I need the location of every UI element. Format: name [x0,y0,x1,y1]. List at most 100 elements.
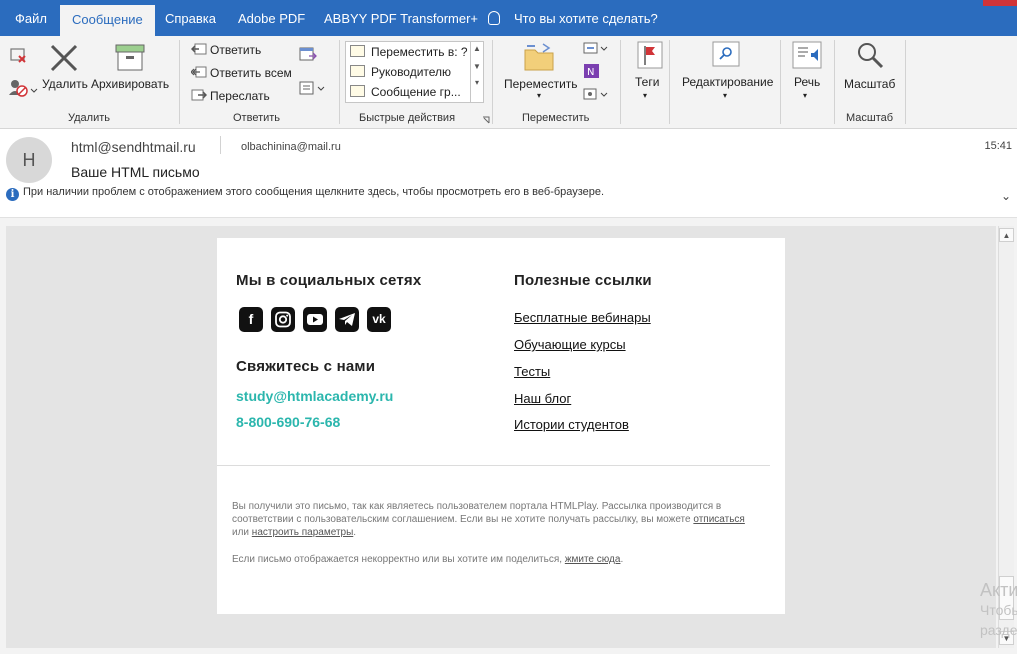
move-button[interactable]: Переместить [504,77,578,91]
group-separator [339,40,340,124]
link-student-stories[interactable]: Истории студентов [514,417,629,432]
speech-button[interactable]: Речь [794,75,820,89]
recipient-address[interactable]: olbachinina@mail.ru [241,141,341,153]
tab-file[interactable]: Файл [15,0,47,36]
contact-email-link[interactable]: study@htmlacademy.ru [236,388,393,404]
email-footer-card: Мы в социальных сетях f vk Свяжитесь с н… [217,238,785,614]
zoom-magnifier-icon[interactable] [855,40,885,70]
footer-notice: Вы получили это письмо, так как являетес… [232,501,745,538]
archive-icon[interactable] [115,44,145,72]
forward-button[interactable]: Переслать [210,89,270,103]
delete-x-icon[interactable] [48,42,80,74]
tell-me-search[interactable]: Что вы хотите сделать? [488,0,658,36]
group-separator [179,40,180,124]
quick-step-group-message[interactable]: Сообщение гр... [350,83,461,101]
footer-share-text: Если письмо отображается некорректно или… [232,554,563,565]
group-separator [905,40,906,124]
gallery-scroll[interactable]: ▲ ▼ ▾ [470,42,483,102]
tab-message[interactable]: Сообщение [60,5,155,36]
footer-divider [217,465,770,466]
quick-step-move[interactable]: Переместить в: ? [350,43,468,61]
onenote-icon[interactable]: N [583,63,601,79]
click-here-link[interactable]: жмите сюда [565,554,621,565]
reply-all-button[interactable]: Ответить всем [210,66,292,80]
forward-icon [191,89,207,101]
meeting-icon[interactable] [299,46,317,62]
scroll-up-icon[interactable]: ▲ [999,228,1014,242]
rules-icon[interactable] [583,40,609,56]
tags-dropdown-icon[interactable]: ▾ [643,91,647,100]
envelope-icon [350,85,365,97]
instagram-icon[interactable] [271,307,295,332]
footer-share: Если письмо отображается некорректно или… [232,554,624,565]
zoom-button[interactable]: Масштаб [844,77,895,91]
unsubscribe-link[interactable]: отписаться [693,514,744,525]
quick-step-manager[interactable]: Руководителю [350,63,451,81]
svg-text:N: N [587,67,594,78]
envelope-icon [350,65,365,77]
editing-button[interactable]: Редактирование [682,75,773,89]
ribbon-tabs: Файл Сообщение Справка Adobe PDF ABBYY P… [0,0,1017,36]
tab-adobe-pdf[interactable]: Adobe PDF [238,0,305,36]
tags-button[interactable]: Теги [635,75,659,89]
activation-watermark: Акти Чтобы разде [980,580,1017,640]
dialog-launcher-icon[interactable] [482,116,490,124]
ignore-icon[interactable] [8,44,30,66]
links-title: Полезные ссылки [514,272,652,289]
find-search-icon[interactable] [712,41,740,67]
link-tests[interactable]: Тесты [514,364,550,379]
move-folder-icon[interactable] [523,42,555,72]
header-divider [220,136,221,154]
quick-step-label: Переместить в: ? [371,45,468,59]
zoom-group-label: Масштаб [846,112,894,124]
delete-group-label: Удалить [68,112,110,124]
avatar[interactable]: H [6,137,52,183]
junk-icon[interactable] [8,78,38,98]
contact-title: Свяжитесь с нами [236,358,376,375]
actions-icon[interactable] [583,86,609,102]
settings-link[interactable]: настроить параметры [252,527,353,538]
tab-help[interactable]: Справка [165,0,216,36]
link-courses[interactable]: Обучающие курсы [514,337,626,352]
group-separator [834,40,835,124]
read-aloud-icon[interactable] [792,41,822,69]
message-header: H html@sendhtmail.ru olbachinina@mail.ru… [0,129,1017,218]
quick-steps-gallery[interactable]: Переместить в: ? Руководителю Сообщение … [345,41,484,103]
quick-steps-label: Быстрые действия [359,112,456,124]
quick-step-label: Сообщение гр... [371,85,461,99]
reply-button[interactable]: Ответить [210,43,261,57]
reply-all-icon [191,66,207,78]
received-time: 15:41 [984,140,1012,152]
editing-dropdown-icon[interactable]: ▾ [723,91,727,100]
chevron-down-icon[interactable]: ⌄ [1001,189,1011,203]
archive-button[interactable]: Архивировать [91,77,169,91]
tags-flag-icon[interactable] [637,41,663,69]
footer-or: или [232,527,250,538]
vk-icon[interactable]: vk [367,307,391,332]
telegram-icon[interactable] [335,307,359,332]
message-subject: Ваше HTML письмо [71,164,200,180]
group-separator [780,40,781,124]
watermark-line: Акти [980,580,1017,600]
link-webinars[interactable]: Бесплатные вебинары [514,310,651,325]
footer-notice-text: Вы получили это письмо, так как являетес… [232,501,722,525]
group-separator [620,40,621,124]
youtube-icon[interactable] [303,307,327,332]
ribbon: Удалить Архивировать Удалить Ответить От… [0,36,1017,129]
social-title: Мы в социальных сетях [236,272,422,289]
info-bar[interactable]: i При наличии проблем с отображением этог… [6,186,604,201]
tab-abbyy[interactable]: ABBYY PDF Transformer+ [324,0,478,36]
reply-icon [191,43,207,55]
link-blog[interactable]: Наш блог [514,391,571,406]
folder-icon [350,45,365,57]
delete-button[interactable]: Удалить [42,77,88,91]
move-dropdown-icon[interactable]: ▾ [537,91,541,100]
speech-dropdown-icon[interactable]: ▾ [803,91,807,100]
lightbulb-icon [488,11,500,25]
window-accent [983,0,1017,6]
group-separator [492,40,493,124]
sender-address[interactable]: html@sendhtmail.ru [71,139,196,155]
more-reply-icon[interactable] [299,80,327,96]
contact-phone-link[interactable]: 8-800-690-76-68 [236,414,340,430]
facebook-icon[interactable]: f [239,307,263,332]
